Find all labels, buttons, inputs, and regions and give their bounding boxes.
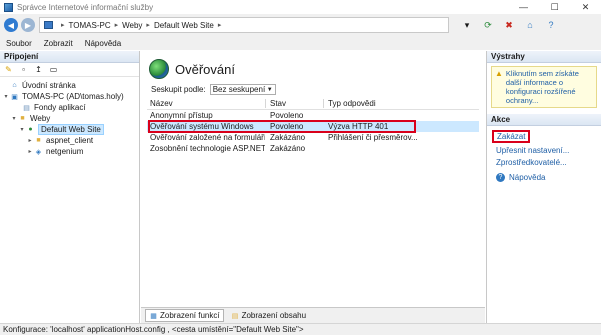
authentication-globe-icon: [149, 59, 169, 79]
connections-pane: Připojení ✎ ▫ ↥ ▭ ⌂ Úvodní stránka ▾ ▣ T…: [0, 51, 140, 323]
alert-message[interactable]: ▲ Kliknutím sem získáte další informace …: [491, 66, 597, 108]
connections-header: Připojení: [0, 51, 139, 63]
menu-bar: Soubor Zobrazit Nápověda: [0, 36, 601, 50]
server-icon: ▣: [11, 93, 18, 101]
collapse-icon[interactable]: ▭: [48, 64, 59, 75]
help-icon[interactable]: ?: [545, 19, 557, 31]
home-icon: ⌂: [12, 82, 17, 89]
column-header-response-type[interactable]: Typ odpovědi: [323, 99, 479, 108]
action-disable[interactable]: Zakázat: [492, 130, 531, 143]
actions-pane: Výstrahy ▲ Kliknutím sem získáte další i…: [486, 51, 601, 323]
warning-icon: ▲: [495, 69, 503, 78]
page-header: Ověřování: [149, 59, 235, 79]
connect-icon[interactable]: ✎: [3, 64, 14, 75]
column-header-name[interactable]: Název: [147, 99, 265, 108]
breadcrumb-separator-icon: ▸: [217, 22, 222, 29]
tree-item-server[interactable]: ▾ ▣ TOMAS-PC (AD\tomas.holy): [0, 91, 139, 102]
tree-item-app-pools[interactable]: ▤ Fondy aplikací: [0, 102, 139, 113]
back-arrow-icon[interactable]: ◀: [4, 18, 18, 32]
table-row-selected[interactable]: Ověřování systému Windows Povoleno Výzva…: [147, 120, 479, 133]
breadcrumb[interactable]: ▸ TOMAS-PC ▸ Weby ▸ Default Web Site ▸: [39, 17, 449, 33]
tree-item-aspnet-client[interactable]: ▸ ■ aspnet_client: [0, 135, 139, 146]
breadcrumb-separator-icon: ▸: [114, 22, 119, 29]
features-view-icon: ▦: [150, 312, 157, 320]
globe-icon: ●: [28, 126, 33, 133]
close-button[interactable]: ✕: [570, 0, 601, 14]
status-bar: Konfigurace: 'localhost' applicationHost…: [0, 323, 601, 335]
authentication-table: Název Stav Typ odpovědi Anonymní přístup…: [147, 98, 479, 154]
window-title: Správce Internetové informační služby: [17, 2, 154, 12]
home-icon[interactable]: ⌂: [524, 19, 536, 31]
app-pool-icon: ▤: [23, 104, 30, 112]
action-advanced-settings[interactable]: Upřesnit nastavení...: [496, 144, 601, 156]
table-row[interactable]: Zosobnění technologie ASP.NET Zakázáno: [147, 143, 479, 154]
folder-icon: ■: [20, 115, 25, 122]
action-help[interactable]: ? Nápověda: [496, 171, 601, 183]
breadcrumb-separator-icon: ▸: [61, 22, 65, 29]
content-view-icon: ▤: [231, 312, 239, 320]
toolbar-icons: ▾ ⟳ ✖ ⌂ ?: [461, 19, 557, 31]
tree-item-start-page[interactable]: ⌂ Úvodní stránka: [0, 80, 139, 91]
refresh-icon[interactable]: ⟳: [482, 19, 494, 31]
connections-tree: ⌂ Úvodní stránka ▾ ▣ TOMAS-PC (AD\tomas.…: [0, 77, 139, 157]
collapse-arrow-icon[interactable]: ▾: [2, 93, 10, 100]
breadcrumb-item-site[interactable]: Default Web Site: [154, 21, 214, 30]
view-tabs: ▦ Zobrazení funkcí ▤ Zobrazení obsahu: [141, 307, 485, 323]
table-header: Název Stav Typ odpovědi: [147, 98, 479, 110]
help-icon: ?: [496, 172, 505, 182]
group-by-label: Seskupit podle:: [151, 85, 206, 94]
expand-arrow-icon[interactable]: ▸: [26, 148, 34, 155]
feature-pane: Ověřování Seskupit podle: Bez seskupení …: [141, 51, 485, 307]
table-row[interactable]: Ověřování založené na formulářích Zakázá…: [147, 132, 479, 143]
iis-app-icon: [4, 2, 13, 12]
action-providers[interactable]: Zprostředkovatelé...: [496, 156, 601, 168]
tab-features-view[interactable]: ▦ Zobrazení funkcí: [145, 309, 224, 322]
address-bar: ◀ ▶ ▸ TOMAS-PC ▸ Weby ▸ Default Web Site…: [0, 14, 601, 36]
group-by-select[interactable]: Bez seskupení ▼: [209, 84, 276, 95]
stop-icon[interactable]: ✖: [503, 19, 515, 31]
actions-list: Zakázat Upřesnit nastavení... Zprostředk…: [487, 126, 601, 183]
save-icon[interactable]: ▫: [18, 64, 29, 75]
chevron-down-icon: ▼: [266, 86, 273, 93]
group-by: Seskupit podle: Bez seskupení ▼: [151, 84, 276, 95]
forward-arrow-icon[interactable]: ▶: [21, 18, 35, 32]
alerts-header: Výstrahy: [487, 51, 601, 63]
dropdown-arrow-icon[interactable]: ▾: [461, 19, 473, 31]
app-icon: ◈: [35, 148, 42, 156]
maximize-button[interactable]: ☐: [539, 0, 570, 14]
window-controls: — ☐ ✕: [508, 0, 601, 14]
title-bar: Správce Internetové informační služby — …: [0, 0, 601, 14]
folder-icon: ■: [36, 137, 41, 144]
connections-toolbar: ✎ ▫ ↥ ▭: [0, 63, 139, 77]
page-title: Ověřování: [175, 61, 235, 77]
menu-view[interactable]: Zobrazit: [44, 39, 73, 48]
collapse-arrow-icon[interactable]: ▾: [18, 126, 26, 133]
actions-header: Akce: [487, 114, 601, 126]
tree-item-sites[interactable]: ▾ ■ Weby: [0, 113, 139, 124]
menu-help[interactable]: Nápověda: [85, 39, 121, 48]
breadcrumb-item-sites[interactable]: Weby: [122, 21, 142, 30]
breadcrumb-separator-icon: ▸: [146, 22, 150, 29]
column-header-state[interactable]: Stav: [265, 99, 323, 108]
tab-content-view[interactable]: ▤ Zobrazení obsahu: [228, 309, 310, 322]
computer-icon: [44, 21, 53, 29]
breadcrumb-item-server[interactable]: TOMAS-PC: [69, 21, 111, 30]
tree-item-netgenium[interactable]: ▸ ◈ netgenium: [0, 146, 139, 157]
menu-file[interactable]: Soubor: [6, 39, 32, 48]
expand-arrow-icon[interactable]: ▸: [26, 137, 34, 144]
minimize-button[interactable]: —: [508, 0, 539, 14]
tree-item-default-web-site[interactable]: ▾ ● Default Web Site: [0, 124, 139, 135]
collapse-arrow-icon[interactable]: ▾: [10, 115, 18, 122]
up-icon[interactable]: ↥: [33, 64, 44, 75]
